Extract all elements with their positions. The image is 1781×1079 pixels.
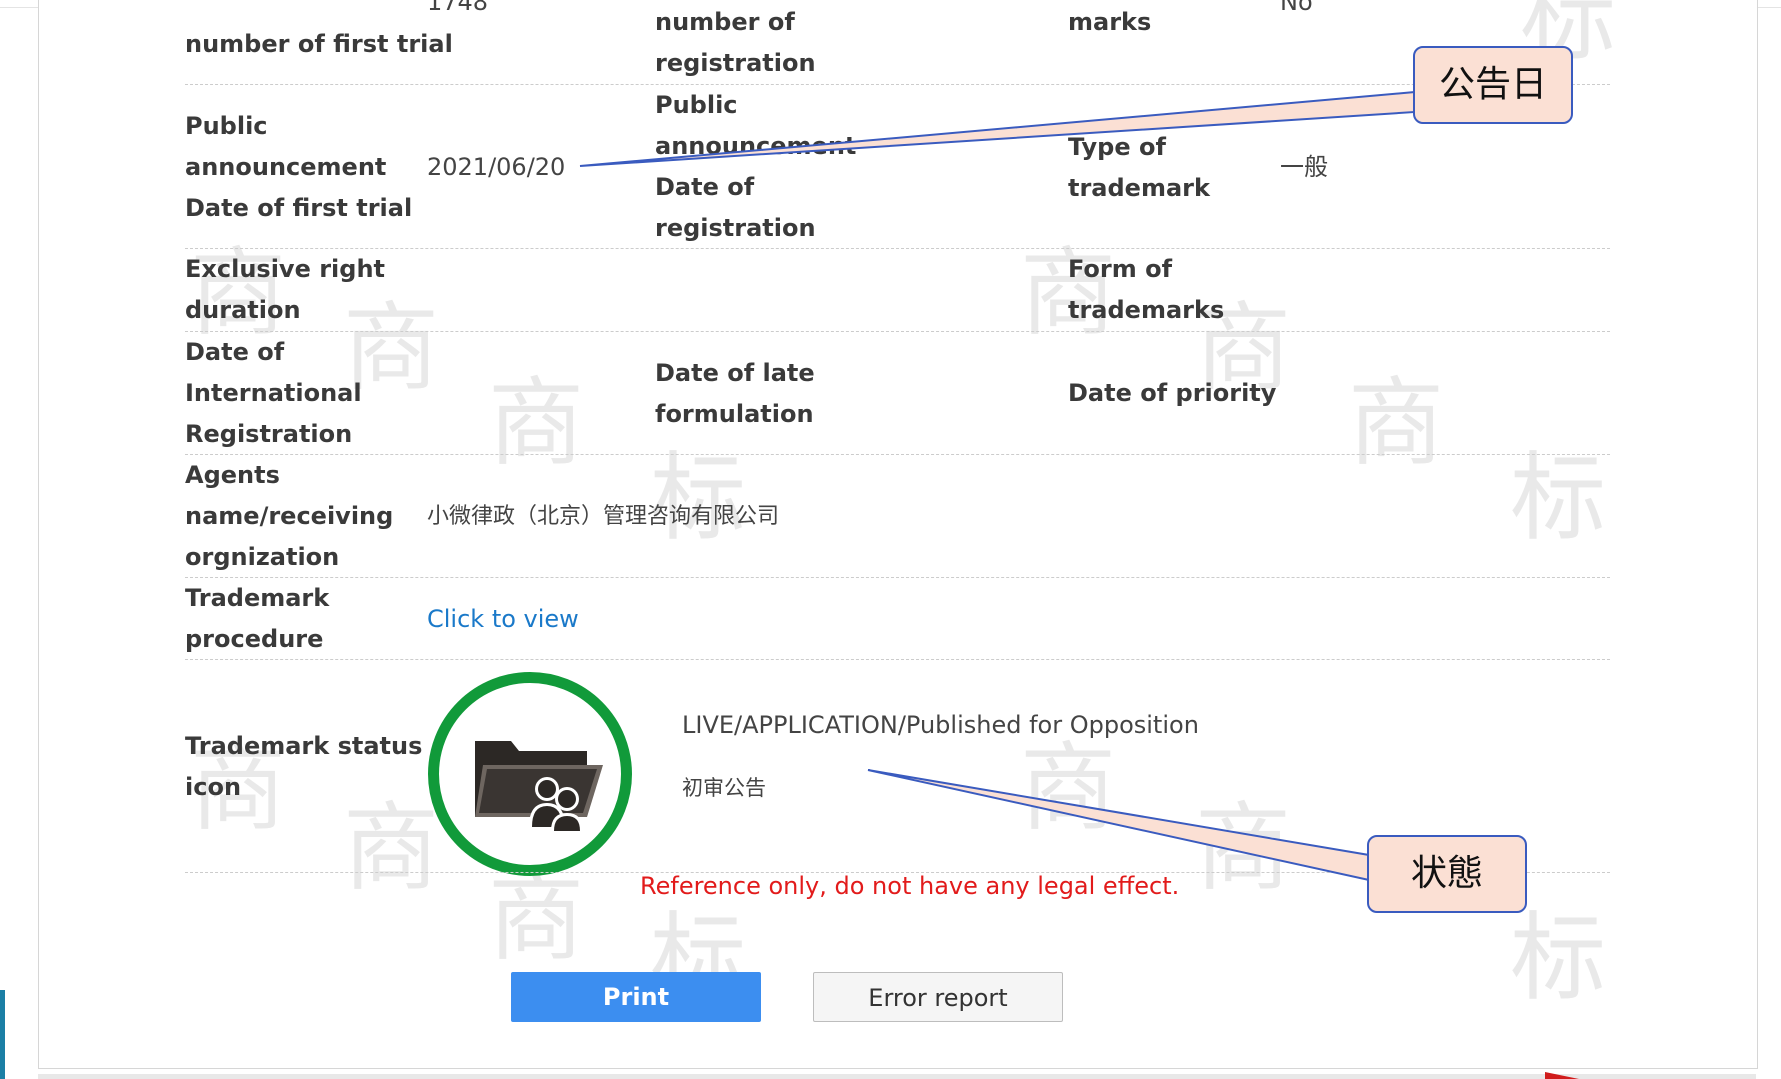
callout-announcement-date: 公告日 <box>1413 46 1573 124</box>
callout-status: 状態 <box>1367 835 1527 913</box>
horizontal-scrollbar[interactable] <box>38 1074 1756 1079</box>
callout-pointers <box>579 90 1416 882</box>
left-edge-bar <box>0 990 5 1079</box>
callout-pointer-status <box>867 769 1370 882</box>
callout-pointer-announcement <box>579 90 1416 167</box>
corner-arrow-icon <box>1545 1072 1579 1079</box>
